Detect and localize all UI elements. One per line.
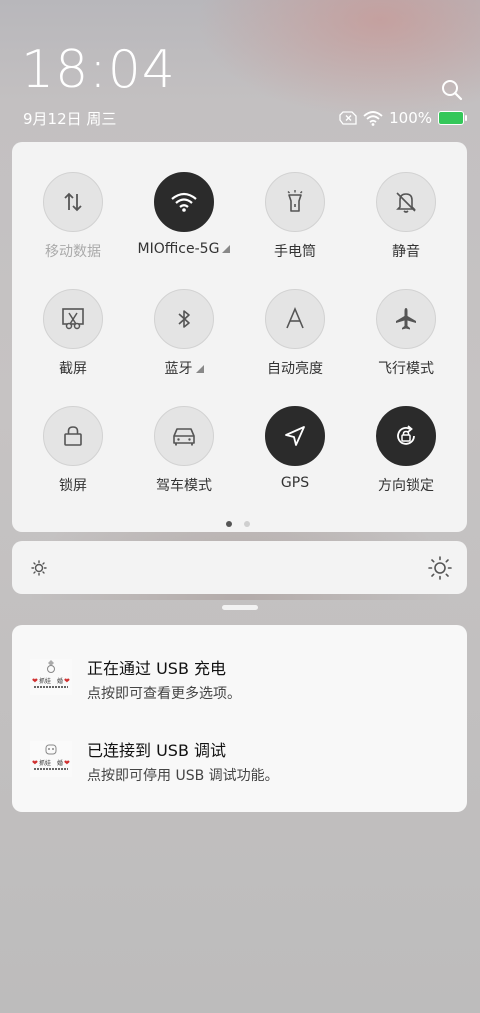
tile-mobile-data[interactable]: 移动数据 (18, 172, 128, 261)
sim-off-icon (339, 111, 357, 125)
lock-icon (43, 406, 103, 466)
svg-text:婚: 婚 (57, 677, 63, 685)
page-dot-1[interactable] (226, 521, 232, 527)
tile-label: 移动数据 (45, 244, 101, 260)
rotation-lock-icon (376, 406, 436, 466)
notification-title: 正在通过 USB 充电 (87, 659, 227, 678)
notification-subtitle: 点按即可查看更多选项。 (87, 686, 241, 702)
wifi-icon (363, 111, 383, 126)
notification-usb-charging[interactable]: ❤ 抓娃 婚 ❤ 正在通过 USB 充电 点按即可查看更多选项。 (12, 655, 467, 715)
svg-text:❤: ❤ (32, 759, 38, 767)
mobile-data-icon (43, 172, 103, 232)
svg-text:婚: 婚 (57, 759, 63, 767)
expand-arrow-icon[interactable] (195, 365, 204, 373)
tile-auto-brightness[interactable]: 自动亮度 (240, 289, 350, 378)
svg-text:❤: ❤ (64, 759, 70, 767)
svg-text:抓娃: 抓娃 (39, 677, 51, 685)
auto-brightness-icon (265, 289, 325, 349)
tile-label: 手电筒 (274, 244, 316, 260)
page-dot-2[interactable] (244, 521, 250, 527)
tile-label: 截屏 (59, 361, 87, 377)
svg-text:抓娃: 抓娃 (39, 759, 51, 767)
tile-screenshot[interactable]: 截屏 (18, 289, 128, 378)
brightness-slider[interactable] (12, 541, 467, 594)
battery-percent: 100% (389, 109, 432, 127)
bluetooth-icon (154, 289, 214, 349)
notification-title: 已连接到 USB 调试 (87, 741, 227, 760)
search-icon[interactable] (440, 78, 464, 102)
tile-label: MIOffice-5G (129, 241, 239, 257)
quick-settings-panel: 移动数据 MIOffice-5G 手电筒 静音 截屏 蓝牙 自动亮度 飞行模式 … (12, 142, 467, 532)
notification-card: ❤ 抓娃 婚 ❤ 正在通过 USB 充电 点按即可查看更多选项。 ❤ 抓娃 婚 … (12, 625, 467, 812)
tile-lock-screen[interactable]: 锁屏 (18, 406, 128, 495)
brightness-low-icon (31, 560, 47, 576)
wifi-name: MIOffice-5G (137, 241, 220, 257)
tile-bluetooth[interactable]: 蓝牙 (129, 289, 239, 378)
tile-label: 方向锁定 (378, 478, 434, 494)
car-icon (154, 406, 214, 466)
tile-label: 驾车模式 (156, 478, 212, 494)
navigation-icon (265, 406, 325, 466)
silent-bell-icon (376, 172, 436, 232)
tile-label: 静音 (392, 244, 420, 260)
tile-flashlight[interactable]: 手电筒 (240, 172, 350, 261)
tile-silent[interactable]: 静音 (351, 172, 461, 261)
tile-airplane[interactable]: 飞行模式 (351, 289, 461, 378)
tile-label: 飞行模式 (378, 361, 434, 377)
app-icon: ❤ 抓娃 婚 ❤ (30, 741, 72, 777)
wifi-icon (154, 172, 214, 232)
svg-text:❤: ❤ (32, 677, 38, 685)
brightness-high-icon (428, 556, 452, 580)
bluetooth-label: 蓝牙 (164, 361, 193, 377)
notification-usb-debugging[interactable]: ❤ 抓娃 婚 ❤ 已连接到 USB 调试 点按即可停用 USB 调试功能。 (12, 737, 467, 797)
tile-driving-mode[interactable]: 驾车模式 (129, 406, 239, 495)
airplane-icon (376, 289, 436, 349)
notification-subtitle: 点按即可停用 USB 调试功能。 (87, 768, 279, 784)
expand-arrow-icon[interactable] (222, 245, 231, 253)
tile-label: 蓝牙 (129, 358, 239, 378)
clock: 18:04 (21, 40, 176, 100)
tile-label: GPS (280, 475, 310, 491)
svg-text:❤: ❤ (64, 677, 70, 685)
flashlight-icon (265, 172, 325, 232)
tile-label: 自动亮度 (267, 361, 323, 377)
tile-gps[interactable]: GPS (240, 406, 350, 491)
tile-rotation-lock[interactable]: 方向锁定 (351, 406, 461, 495)
status-icons: 100% (339, 108, 467, 128)
tile-label: 锁屏 (59, 478, 87, 494)
tile-wifi[interactable]: MIOffice-5G (129, 172, 239, 257)
date: 9月12日 周三 (23, 110, 117, 128)
screenshot-icon (43, 289, 103, 349)
panel-drag-handle[interactable] (222, 605, 258, 610)
page-indicator (226, 521, 250, 527)
battery-charging-icon (438, 111, 467, 125)
app-icon: ❤ 抓娃 婚 ❤ (30, 659, 72, 695)
